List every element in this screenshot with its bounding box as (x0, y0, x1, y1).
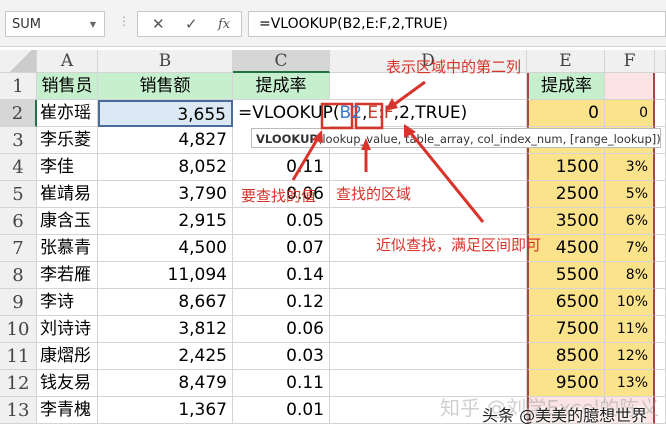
annotation-lookup-value: 要查找的值 (241, 187, 317, 205)
watermark-toutiao: 头条 @美美的臆想世界 (482, 406, 648, 425)
annotation-approx-match: 近似查找，满足区间即可 (376, 236, 542, 254)
arrow-approx (408, 131, 485, 223)
cell-c-editing[interactable]: =VLOOKUP(B2,E:F,2,TRUE) (233, 100, 533, 127)
formula-part-suffix: ,2,TRUE) (393, 103, 468, 123)
formula-part-ref2: E:F (367, 103, 394, 123)
annotation-lookup-range: 查找的区域 (336, 185, 412, 203)
arrow-lookup (291, 137, 320, 181)
formula-part-prefix: =VLOOKUP( (238, 103, 340, 123)
formula-part-ref1: B2 (339, 103, 363, 123)
annotation-second-column: 表示区域中的第二列 (386, 58, 522, 76)
annotation-arrows (291, 80, 485, 223)
